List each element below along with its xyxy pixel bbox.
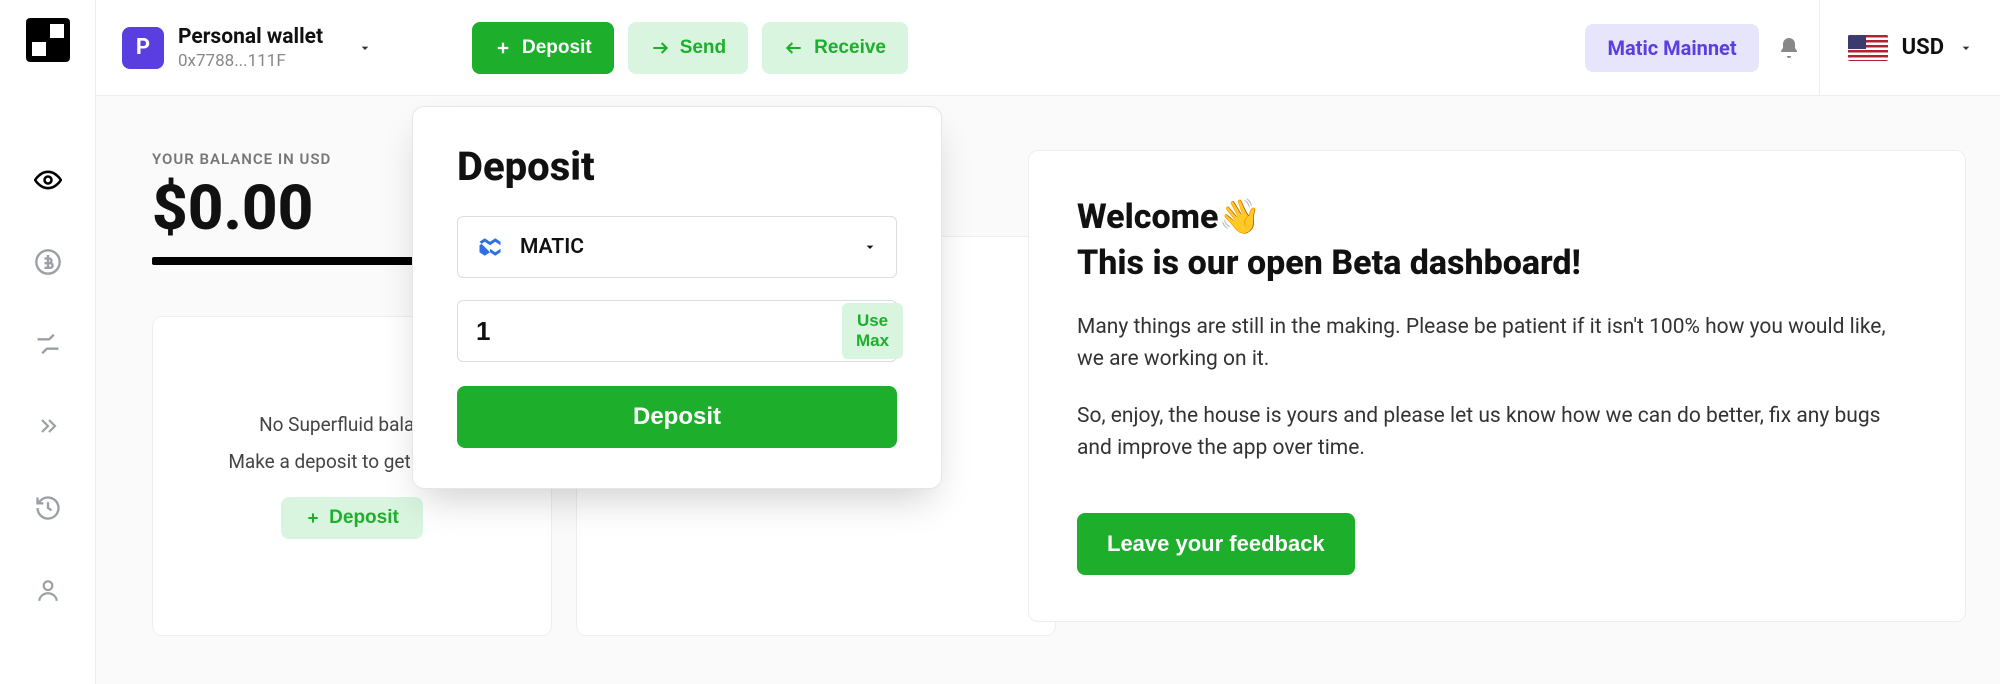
side-nav [0,0,96,684]
deposit-button[interactable]: Deposit [472,22,614,74]
amount-input[interactable] [476,316,826,347]
welcome-word: Welcome [1077,197,1218,237]
token-label: MATIC [520,235,584,259]
coin-icon [34,248,62,276]
main-content: YOUR BALANCE IN USD $0.00 No Superfluid … [96,96,2000,684]
arrow-right-icon [650,40,670,56]
chevron-down-icon [1958,40,1974,56]
wallet-address: 0x7788...111F [178,51,323,71]
deposit-button-label: Deposit [522,37,592,59]
nav-expand[interactable] [34,412,62,440]
notifications-icon[interactable] [1777,35,1801,61]
token-select[interactable]: MATIC [457,216,897,278]
us-flag-icon [1848,35,1888,61]
plus-icon [494,39,512,57]
welcome-body: Many things are still in the making. Ple… [1077,311,1917,465]
wave-icon: 👋 [1218,197,1260,237]
streams-icon [34,332,62,356]
welcome-title: Welcome👋 This is our open Beta dashboard… [1077,195,1917,287]
matic-icon [476,233,504,261]
arrow-left-icon [784,40,804,56]
nav-overview[interactable] [34,166,62,194]
receive-button-label: Receive [814,37,886,59]
empty-deposit-label: Deposit [329,507,399,529]
balance-progress [152,257,442,265]
deposit-submit-button[interactable]: Deposit [457,386,897,448]
history-icon [34,494,62,522]
wallet-selector[interactable]: P Personal wallet 0x7788...111F [122,25,432,71]
welcome-paragraph-2: So, enjoy, the house is yours and please… [1077,400,1917,465]
chevron-down-icon [862,239,878,255]
app-logo[interactable] [26,18,70,62]
eye-icon [34,165,62,195]
wallet-name: Personal wallet [178,25,323,49]
plus-icon [305,510,321,526]
send-button-label: Send [680,37,726,59]
nav-history[interactable] [34,494,62,522]
user-icon [35,576,61,604]
nav-streams[interactable] [34,330,62,358]
send-button[interactable]: Send [628,22,748,74]
nav-profile[interactable] [34,576,62,604]
empty-deposit-button[interactable]: Deposit [281,497,423,539]
currency-selector[interactable]: USD [1819,0,1974,96]
feedback-button[interactable]: Leave your feedback [1077,513,1355,575]
header-actions: Deposit Send Receive [472,22,908,74]
header-right: Matic Mainnet USD [1585,0,1974,96]
amount-row: Use Max [457,300,897,362]
use-max-button[interactable]: Use Max [842,303,903,359]
chevrons-right-icon [34,414,62,438]
network-chip[interactable]: Matic Mainnet [1585,24,1758,72]
nav-coins[interactable] [34,248,62,276]
chevron-down-icon [357,40,373,56]
welcome-card: Welcome👋 This is our open Beta dashboard… [1028,150,1966,622]
deposit-title: Deposit [457,143,897,190]
welcome-subtitle: This is our open Beta dashboard! [1077,243,1581,283]
welcome-paragraph-1: Many things are still in the making. Ple… [1077,311,1917,376]
top-bar: P Personal wallet 0x7788...111F Deposit … [96,0,2000,96]
receive-button[interactable]: Receive [762,22,908,74]
currency-code: USD [1902,35,1944,60]
wallet-avatar: P [122,27,164,69]
deposit-panel: Deposit MATIC Use Max Deposit [412,106,942,489]
